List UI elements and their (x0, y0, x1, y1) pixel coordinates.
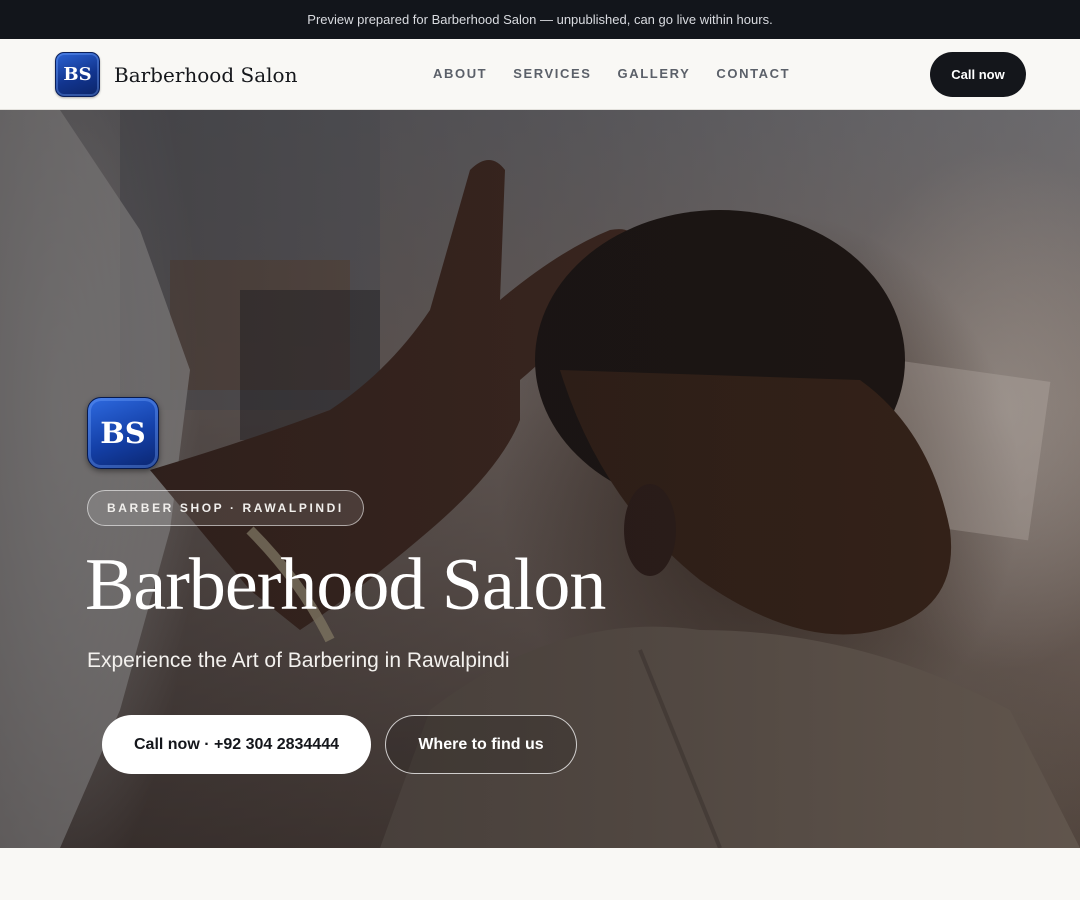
brand-link[interactable]: BS Barberhood Salon (55, 52, 297, 97)
hero-logo-text: BS (100, 416, 146, 450)
hero-call-button[interactable]: Call now · +92 304 2834444 (102, 715, 371, 774)
brand-name: Barberhood Salon (114, 62, 298, 87)
nav-link-about[interactable]: ABOUT (433, 66, 487, 81)
next-section (0, 848, 1080, 900)
find-us-button[interactable]: Where to find us (385, 715, 577, 774)
header-call-button[interactable]: Call now (930, 52, 1026, 97)
location-badge: BARBER SHOP · RAWALPINDI (87, 490, 364, 526)
logo-icon: BS (55, 52, 100, 97)
nav-link-services[interactable]: SERVICES (513, 66, 591, 81)
nav-link-contact[interactable]: CONTACT (716, 66, 790, 81)
preview-banner-text: Preview prepared for Barberhood Salon — … (307, 12, 773, 27)
preview-banner: Preview prepared for Barberhood Salon — … (0, 0, 1080, 39)
hero-section: BS BARBER SHOP · RAWALPINDI Barberhood S… (0, 110, 1080, 848)
site-header: BS Barberhood Salon ABOUT SERVICES GALLE… (0, 39, 1080, 110)
nav-link-gallery[interactable]: GALLERY (618, 66, 691, 81)
hero-title: Barberhood Salon (85, 544, 606, 626)
hero-subtitle: Experience the Art of Barbering in Rawal… (87, 649, 510, 672)
logo-text: BS (63, 64, 92, 85)
main-nav: ABOUT SERVICES GALLERY CONTACT (433, 66, 790, 81)
hero-logo-icon: BS (87, 397, 159, 469)
hero-content: BS BARBER SHOP · RAWALPINDI Barberhood S… (85, 397, 606, 774)
